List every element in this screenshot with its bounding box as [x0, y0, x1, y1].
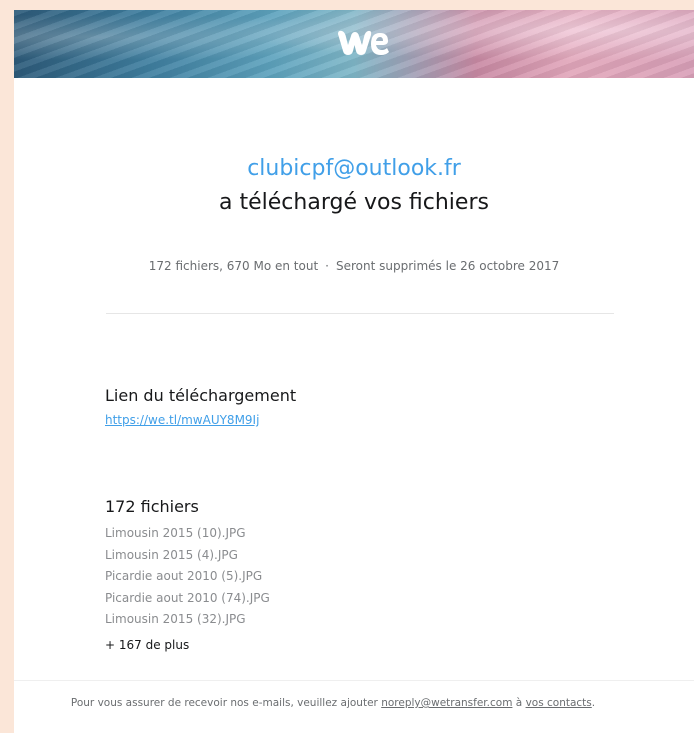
download-link-title: Lien du téléchargement: [105, 386, 297, 405]
files-title: 172 fichiers: [105, 497, 199, 516]
expiry-date: Seront supprimés le 26 octobre 2017: [335, 259, 560, 273]
file-item: Picardie aout 2010 (5).JPG: [105, 569, 263, 583]
file-item: Picardie aout 2010 (74).JPG: [105, 590, 270, 605]
we-logo-icon: [338, 30, 389, 55]
download-link[interactable]: https://we.tl/mwAUY8M9Ij: [105, 412, 259, 428]
wetransfer-logo[interactable]: [336, 28, 390, 58]
divider: [106, 313, 614, 314]
file-item: Limousin 2015 (10).JPG: [105, 526, 246, 540]
email-card: clubicpf@outlook.fr a téléchargé vos fic…: [14, 10, 694, 733]
contacts-link[interactable]: vos contacts: [526, 697, 592, 709]
transfer-meta: 172 fichiers, 670 Mo en tout · Seront supp…: [14, 258, 694, 274]
file-summary: 172 fichiers, 670 Mo en tout: [148, 259, 319, 273]
header-banner: [14, 10, 694, 78]
file-list: Limousin 2015 (10).JPG Limousin 2015 (4)…: [105, 525, 270, 633]
noreply-email-link[interactable]: noreply@wetransfer.com: [381, 697, 512, 709]
footer-text-before: Pour vous assurer de recevoir nos e-mail…: [70, 697, 382, 709]
footer-text-after: .: [591, 697, 596, 709]
file-item: Limousin 2015 (32).JPG: [105, 612, 246, 626]
footer-text-middle: à: [512, 697, 526, 709]
more-files: + 167 de plus: [105, 638, 190, 652]
footer-note: Pour vous assurer de recevoir nos e-mail…: [0, 696, 680, 710]
file-item: Limousin 2015 (4).JPG: [105, 547, 238, 562]
footer-divider: [14, 680, 694, 681]
meta-separator: ·: [325, 259, 329, 273]
sender-email[interactable]: clubicpf@outlook.fr: [14, 156, 694, 182]
headline: a téléchargé vos fichiers: [219, 190, 489, 215]
